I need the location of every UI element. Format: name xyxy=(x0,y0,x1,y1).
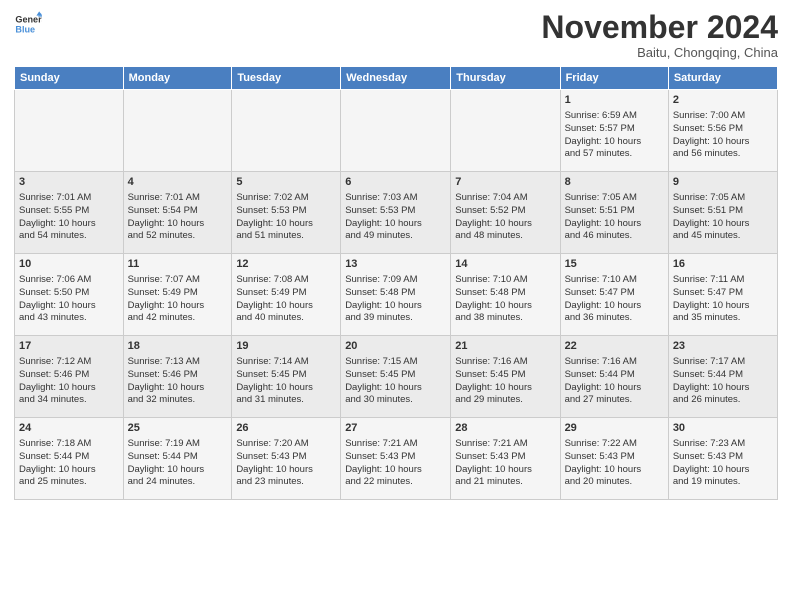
week-row-1: 1Sunrise: 6:59 AMSunset: 5:57 PMDaylight… xyxy=(15,90,778,172)
title-block: November 2024 Baitu, Chongqing, China xyxy=(541,10,778,60)
calendar-cell: 8Sunrise: 7:05 AMSunset: 5:51 PMDaylight… xyxy=(560,172,668,254)
header-row: General Blue November 2024 Baitu, Chongq… xyxy=(14,10,778,60)
day-number: 26 xyxy=(236,421,336,436)
calendar-cell: 24Sunrise: 7:18 AMSunset: 5:44 PMDayligh… xyxy=(15,418,124,500)
calendar-cell: 30Sunrise: 7:23 AMSunset: 5:43 PMDayligh… xyxy=(668,418,777,500)
calendar-cell: 5Sunrise: 7:02 AMSunset: 5:53 PMDaylight… xyxy=(232,172,341,254)
day-number: 12 xyxy=(236,257,336,272)
day-number: 7 xyxy=(455,175,555,190)
logo-icon: General Blue xyxy=(14,10,42,38)
day-number: 28 xyxy=(455,421,555,436)
calendar-cell: 15Sunrise: 7:10 AMSunset: 5:47 PMDayligh… xyxy=(560,254,668,336)
day-number: 15 xyxy=(565,257,664,272)
weekday-header-monday: Monday xyxy=(123,67,232,90)
day-number: 2 xyxy=(673,93,773,108)
calendar-cell xyxy=(451,90,560,172)
day-number: 18 xyxy=(128,339,228,354)
calendar-cell: 2Sunrise: 7:00 AMSunset: 5:56 PMDaylight… xyxy=(668,90,777,172)
day-number: 8 xyxy=(565,175,664,190)
calendar-cell: 7Sunrise: 7:04 AMSunset: 5:52 PMDaylight… xyxy=(451,172,560,254)
calendar-cell: 13Sunrise: 7:09 AMSunset: 5:48 PMDayligh… xyxy=(341,254,451,336)
day-number: 27 xyxy=(345,421,446,436)
calendar-cell: 27Sunrise: 7:21 AMSunset: 5:43 PMDayligh… xyxy=(341,418,451,500)
weekday-header-sunday: Sunday xyxy=(15,67,124,90)
calendar-cell xyxy=(15,90,124,172)
calendar-cell: 1Sunrise: 6:59 AMSunset: 5:57 PMDaylight… xyxy=(560,90,668,172)
day-number: 11 xyxy=(128,257,228,272)
weekday-header-wednesday: Wednesday xyxy=(341,67,451,90)
month-title: November 2024 xyxy=(541,10,778,45)
calendar-cell: 6Sunrise: 7:03 AMSunset: 5:53 PMDaylight… xyxy=(341,172,451,254)
day-number: 19 xyxy=(236,339,336,354)
calendar-container: General Blue November 2024 Baitu, Chongq… xyxy=(0,0,792,506)
day-number: 29 xyxy=(565,421,664,436)
week-row-5: 24Sunrise: 7:18 AMSunset: 5:44 PMDayligh… xyxy=(15,418,778,500)
day-number: 4 xyxy=(128,175,228,190)
calendar-cell: 12Sunrise: 7:08 AMSunset: 5:49 PMDayligh… xyxy=(232,254,341,336)
weekday-header-tuesday: Tuesday xyxy=(232,67,341,90)
calendar-cell: 17Sunrise: 7:12 AMSunset: 5:46 PMDayligh… xyxy=(15,336,124,418)
calendar-cell: 29Sunrise: 7:22 AMSunset: 5:43 PMDayligh… xyxy=(560,418,668,500)
day-number: 30 xyxy=(673,421,773,436)
day-number: 22 xyxy=(565,339,664,354)
day-number: 6 xyxy=(345,175,446,190)
calendar-cell: 16Sunrise: 7:11 AMSunset: 5:47 PMDayligh… xyxy=(668,254,777,336)
day-number: 16 xyxy=(673,257,773,272)
calendar-cell: 23Sunrise: 7:17 AMSunset: 5:44 PMDayligh… xyxy=(668,336,777,418)
calendar-cell xyxy=(232,90,341,172)
week-row-2: 3Sunrise: 7:01 AMSunset: 5:55 PMDaylight… xyxy=(15,172,778,254)
weekday-header-saturday: Saturday xyxy=(668,67,777,90)
day-number: 23 xyxy=(673,339,773,354)
weekday-header-row: SundayMondayTuesdayWednesdayThursdayFrid… xyxy=(15,67,778,90)
calendar-cell: 11Sunrise: 7:07 AMSunset: 5:49 PMDayligh… xyxy=(123,254,232,336)
day-number: 25 xyxy=(128,421,228,436)
day-number: 21 xyxy=(455,339,555,354)
day-number: 17 xyxy=(19,339,119,354)
day-number: 24 xyxy=(19,421,119,436)
day-number: 14 xyxy=(455,257,555,272)
week-row-4: 17Sunrise: 7:12 AMSunset: 5:46 PMDayligh… xyxy=(15,336,778,418)
day-number: 3 xyxy=(19,175,119,190)
day-number: 10 xyxy=(19,257,119,272)
calendar-table: SundayMondayTuesdayWednesdayThursdayFrid… xyxy=(14,66,778,500)
location: Baitu, Chongqing, China xyxy=(541,45,778,60)
weekday-header-friday: Friday xyxy=(560,67,668,90)
day-number: 13 xyxy=(345,257,446,272)
calendar-cell: 14Sunrise: 7:10 AMSunset: 5:48 PMDayligh… xyxy=(451,254,560,336)
calendar-cell: 10Sunrise: 7:06 AMSunset: 5:50 PMDayligh… xyxy=(15,254,124,336)
calendar-cell xyxy=(123,90,232,172)
logo: General Blue xyxy=(14,10,42,38)
calendar-cell: 4Sunrise: 7:01 AMSunset: 5:54 PMDaylight… xyxy=(123,172,232,254)
calendar-cell: 22Sunrise: 7:16 AMSunset: 5:44 PMDayligh… xyxy=(560,336,668,418)
calendar-cell: 18Sunrise: 7:13 AMSunset: 5:46 PMDayligh… xyxy=(123,336,232,418)
day-number: 9 xyxy=(673,175,773,190)
svg-text:Blue: Blue xyxy=(15,24,35,34)
calendar-cell: 21Sunrise: 7:16 AMSunset: 5:45 PMDayligh… xyxy=(451,336,560,418)
day-number: 20 xyxy=(345,339,446,354)
day-number: 1 xyxy=(565,93,664,108)
calendar-cell: 19Sunrise: 7:14 AMSunset: 5:45 PMDayligh… xyxy=(232,336,341,418)
week-row-3: 10Sunrise: 7:06 AMSunset: 5:50 PMDayligh… xyxy=(15,254,778,336)
calendar-cell: 26Sunrise: 7:20 AMSunset: 5:43 PMDayligh… xyxy=(232,418,341,500)
calendar-cell: 25Sunrise: 7:19 AMSunset: 5:44 PMDayligh… xyxy=(123,418,232,500)
weekday-header-thursday: Thursday xyxy=(451,67,560,90)
day-number: 5 xyxy=(236,175,336,190)
calendar-cell: 28Sunrise: 7:21 AMSunset: 5:43 PMDayligh… xyxy=(451,418,560,500)
calendar-cell: 9Sunrise: 7:05 AMSunset: 5:51 PMDaylight… xyxy=(668,172,777,254)
svg-text:General: General xyxy=(15,15,42,25)
calendar-cell: 20Sunrise: 7:15 AMSunset: 5:45 PMDayligh… xyxy=(341,336,451,418)
calendar-cell: 3Sunrise: 7:01 AMSunset: 5:55 PMDaylight… xyxy=(15,172,124,254)
calendar-cell xyxy=(341,90,451,172)
